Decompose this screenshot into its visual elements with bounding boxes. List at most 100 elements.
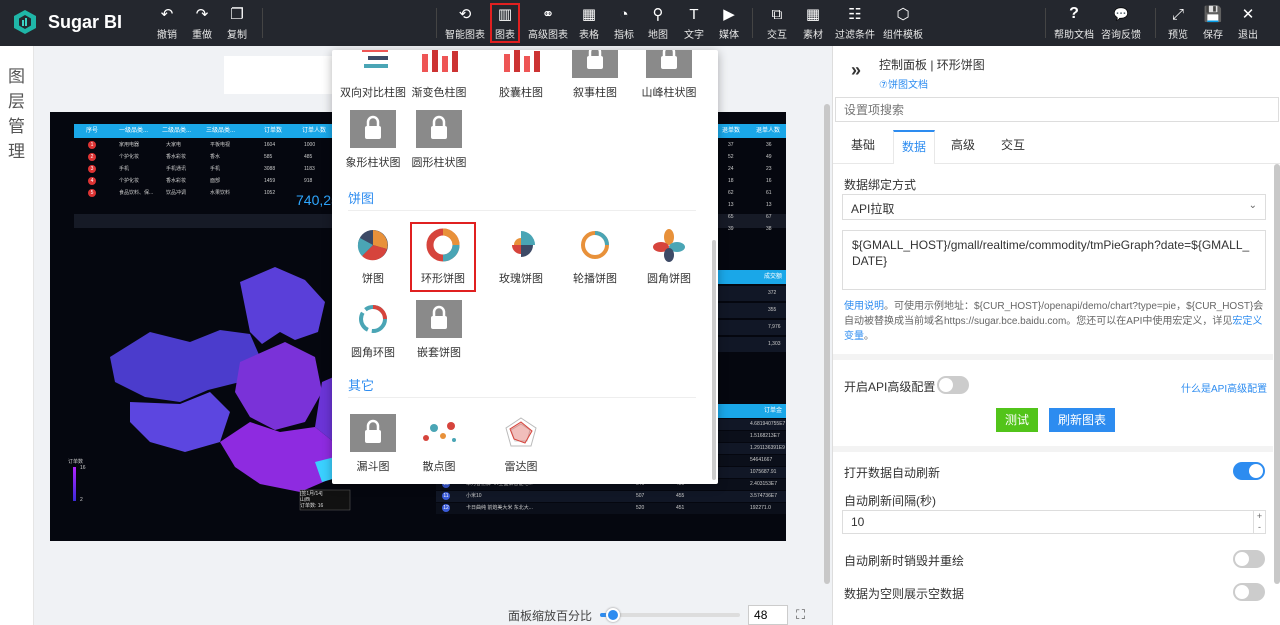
chart-option-pie-row1-2[interactable]: 玫瑰饼图 bbox=[490, 226, 552, 286]
toolbar-separator bbox=[1045, 8, 1046, 38]
toolbar-map-button[interactable]: ⚲ 地图 bbox=[648, 4, 668, 42]
tab-interaction[interactable]: 交互 bbox=[993, 130, 1033, 164]
chevron-down-icon: ⌄ bbox=[1248, 200, 1257, 211]
table1-cell: 5 bbox=[88, 189, 96, 197]
control-panel-scrollbar[interactable] bbox=[1274, 164, 1280, 584]
usage-link[interactable]: 使用说明 bbox=[844, 301, 884, 312]
chart-option-label: 饼图 bbox=[362, 273, 384, 285]
toolbar-text-button[interactable]: T 文字 bbox=[684, 4, 704, 42]
table1-cell: 手机 bbox=[210, 166, 221, 172]
chart-option-other-row-1[interactable]: 散点图 bbox=[408, 414, 470, 474]
chart-option-pie-row1-0[interactable]: 饼图 bbox=[342, 226, 404, 286]
chart-thumbnail-icon bbox=[420, 226, 466, 264]
chart-option-top-row-2[interactable]: 胶囊柱图 bbox=[490, 50, 552, 100]
bar-chart-icon: ▥ bbox=[497, 6, 513, 23]
zoom-slider-handle[interactable] bbox=[606, 608, 621, 622]
toolbar-smart-button[interactable]: ⟲ 智能图表 bbox=[445, 4, 485, 42]
undo-icon: ↶ bbox=[160, 5, 174, 23]
api-advanced-label: 开启API高级配置 bbox=[844, 380, 936, 394]
test-button[interactable]: 测试 bbox=[996, 408, 1038, 432]
chart-option-pie-row1-1[interactable]: 环形饼图 bbox=[410, 222, 476, 292]
toolbar-template-button[interactable]: ⬡ 组件模板 bbox=[883, 4, 923, 42]
order-amount-value: 2.403153E7 bbox=[750, 481, 777, 487]
layer-manager-panel[interactable]: 图 层 管 理 bbox=[0, 46, 34, 625]
order-row-cell: 451 bbox=[676, 505, 685, 511]
table1-header-cell: 一级品类... bbox=[119, 128, 149, 134]
toolbar-save-button[interactable]: 💾 保存 bbox=[1203, 4, 1223, 42]
interval-input[interactable]: 10 + - bbox=[842, 510, 1266, 534]
api-url-textarea[interactable]: ${GMALL_HOST}/gmall/realtime/commodity/t… bbox=[842, 230, 1266, 290]
toolbar-material-button[interactable]: ▦ 素材 bbox=[803, 4, 823, 42]
toolbar-table-button[interactable]: ▦ 表格 bbox=[579, 4, 599, 42]
toolbar-adv-button[interactable]: ⚭ 高级图表 bbox=[528, 4, 568, 42]
zoom-slider[interactable] bbox=[600, 608, 741, 622]
toolbar-chart-button[interactable]: ▥ 图表 bbox=[490, 3, 520, 43]
toolbar-indicator-button[interactable]: ◔ 指标 bbox=[614, 4, 634, 42]
china-map[interactable] bbox=[90, 262, 360, 512]
toolbar-copy-button[interactable]: ❐ 复制 bbox=[227, 4, 247, 42]
pie-doc-link[interactable]: ⑦饼图文档 bbox=[879, 76, 928, 91]
order-row-cell: 507 bbox=[636, 493, 645, 499]
table1-cell: 3088 bbox=[264, 166, 276, 172]
chart-option-other-row-0[interactable]: 漏斗图 bbox=[342, 414, 404, 474]
canvas-component-placeholder[interactable] bbox=[224, 56, 334, 94]
top-toolbar: Sugar BI ↶ 撤销 ↷ 重做 ❐ 复制 ⟲ 智能图表 ▥ 图表 ⚭ 高级图表 ▦ 表格 ◔ 指标 ⚲ 地图… bbox=[0, 0, 1280, 46]
order-amount-value: 3.574736E7 bbox=[750, 493, 777, 499]
canvas-scrollbar[interactable] bbox=[824, 104, 830, 584]
settings-search-input[interactable] bbox=[835, 97, 1279, 122]
fullscreen-icon[interactable]: ⛶ bbox=[796, 607, 805, 623]
toolbar-help-button[interactable]: ? 帮助文档 bbox=[1054, 4, 1094, 42]
toolbar-preview-button[interactable]: ⤢ 预览 bbox=[1168, 4, 1188, 42]
api-advanced-toggle[interactable] bbox=[937, 376, 969, 394]
api-help-text: 使用说明。可使用示例地址：${CUR_HOST}/openapi/demo/ch… bbox=[844, 299, 1268, 344]
toolbar-filter-button[interactable]: ☷ 过滤条件 bbox=[835, 4, 875, 42]
toolbar-interact-button[interactable]: ⧉ 交互 bbox=[767, 4, 787, 42]
toolbar-feedback-button[interactable]: 💬 咨询反馈 bbox=[1101, 4, 1141, 42]
chart-option-row2-0[interactable]: 象形柱状图 bbox=[342, 110, 404, 170]
chart-option-top-row-3[interactable]: 叙事柱图 bbox=[564, 50, 626, 100]
toolbar-media-button[interactable]: ▶ 媒体 bbox=[719, 4, 739, 42]
binding-value: API拉取 bbox=[851, 202, 895, 216]
chart-option-label: 渐变色柱图 bbox=[411, 87, 467, 99]
binding-select[interactable]: API拉取 ⌄ bbox=[842, 194, 1266, 220]
interval-stepper[interactable]: + - bbox=[1253, 511, 1265, 533]
collapse-panel-icon[interactable]: » bbox=[851, 60, 861, 81]
refresh-chart-button[interactable]: 刷新图表 bbox=[1049, 408, 1115, 432]
chart-option-pie-row2-0[interactable]: 圆角环图 bbox=[342, 300, 404, 360]
refund-table-cell: 13 bbox=[728, 202, 734, 208]
auto-refresh-toggle[interactable] bbox=[1233, 462, 1265, 480]
gauge-icon: ◔ bbox=[619, 5, 629, 23]
toolbar-exit-button[interactable]: ✕ 退出 bbox=[1238, 4, 1258, 42]
refund-table-cell: 39 bbox=[728, 226, 734, 232]
sales-value: 372 bbox=[768, 290, 777, 296]
tab-basic[interactable]: 基础 bbox=[843, 130, 883, 164]
chart-option-top-row-4[interactable]: 山峰柱状图 bbox=[638, 50, 700, 100]
chart-option-pie-row1-3[interactable]: 轮播饼图 bbox=[564, 226, 626, 286]
toolbar-undo-button[interactable]: ↶ 撤销 bbox=[157, 4, 177, 42]
binding-label: 数据绑定方式 bbox=[844, 178, 917, 192]
menu-scrollbar[interactable] bbox=[712, 240, 716, 480]
toolbar-label: 指标 bbox=[614, 30, 634, 41]
toolbar-redo-button[interactable]: ↷ 重做 bbox=[192, 4, 212, 42]
tab-advanced[interactable]: 高级 bbox=[943, 130, 983, 164]
chart-option-other-row-2[interactable]: 雷达图 bbox=[490, 414, 552, 474]
chart-option-pie-row2-1[interactable]: 嵌套饼图 bbox=[408, 300, 470, 360]
chart-option-row2-1[interactable]: 圆形柱状图 bbox=[408, 110, 470, 170]
section-divider bbox=[348, 210, 696, 211]
tooltip-line: 订单数: 16 bbox=[300, 503, 324, 509]
sales-table-header: 成交额 bbox=[718, 270, 786, 284]
destroy-redraw-toggle[interactable] bbox=[1233, 550, 1265, 568]
map-legend: 订单数 16 2 bbox=[68, 458, 86, 505]
empty-data-toggle[interactable] bbox=[1233, 583, 1265, 601]
tab-data[interactable]: 数据 bbox=[893, 130, 936, 165]
table1-header-cell: 三级品类... bbox=[206, 128, 236, 134]
zoom-input[interactable] bbox=[748, 605, 789, 625]
chart-option-top-row-1[interactable]: 渐变色柱图 bbox=[408, 50, 470, 100]
data-settings: 数据绑定方式 API拉取 ⌄ ${GMALL_HOST}/gmall/realt… bbox=[833, 164, 1273, 625]
toolbar-separator bbox=[1155, 8, 1156, 38]
api-advanced-help-link[interactable]: 什么是API高级配置 bbox=[1181, 380, 1267, 395]
chart-option-pie-row1-4[interactable]: 圆角饼图 bbox=[638, 226, 700, 286]
refund-table-cell: 61 bbox=[766, 190, 772, 196]
chart-thumbnail-icon bbox=[572, 50, 618, 78]
chart-option-top-row-0[interactable]: 双向对比柱图 bbox=[340, 50, 406, 100]
